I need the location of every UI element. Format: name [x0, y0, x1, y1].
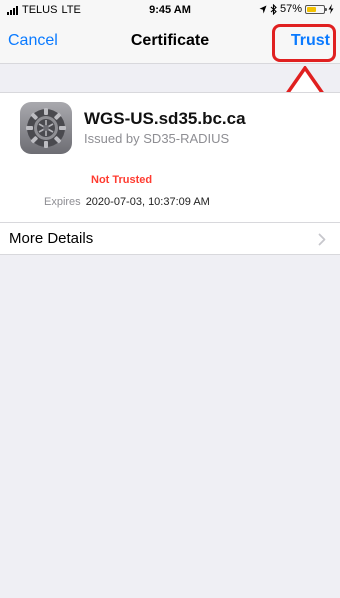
- certificate-issuer: Issued by SD35-RADIUS: [84, 131, 230, 146]
- expiry-row: Expires 2020-07-03, 10:37:09 AM: [44, 196, 210, 208]
- more-details-label: More Details: [9, 230, 94, 247]
- certificate-panel: WGS-US.sd35.bc.ca Issued by SD35-RADIUS …: [0, 92, 340, 255]
- expires-value: 2020-07-03, 10:37:09 AM: [85, 196, 210, 208]
- status-bar: TELUS LTE 9:45 AM 57%: [0, 0, 340, 20]
- certificate-screen: TELUS LTE 9:45 AM 57% Cancel Certificate…: [0, 0, 340, 598]
- trust-status-label: Not Trusted: [91, 174, 153, 186]
- status-right: 57%: [259, 3, 334, 15]
- more-details-row[interactable]: More Details: [0, 223, 340, 255]
- settings-gear-icon: [20, 102, 72, 154]
- battery-icon: [305, 4, 327, 14]
- location-icon: [259, 5, 267, 13]
- bluetooth-icon: [270, 3, 277, 15]
- trust-button[interactable]: Trust: [291, 32, 330, 50]
- navigation-bar: Cancel Certificate Trust: [0, 20, 340, 64]
- battery-fill: [307, 6, 317, 12]
- charging-icon: [328, 4, 334, 14]
- expires-label: Expires: [44, 196, 81, 208]
- battery-percent: 57%: [279, 3, 302, 15]
- chevron-right-icon: [318, 233, 326, 246]
- certificate-name: WGS-US.sd35.bc.ca: [84, 109, 246, 128]
- page-title: Certificate: [130, 32, 210, 49]
